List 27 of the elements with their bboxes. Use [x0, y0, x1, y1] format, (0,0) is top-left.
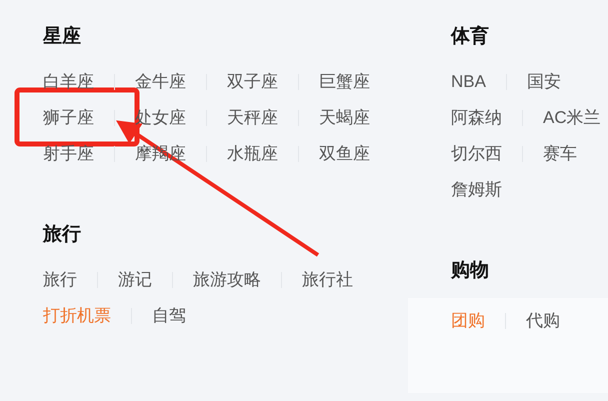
category-link[interactable]: 天秤座 [227, 106, 278, 130]
category-link[interactable]: 旅行社 [302, 268, 353, 292]
category-link[interactable]: 旅游攻略 [193, 268, 261, 292]
section-title: 星座 [43, 26, 81, 48]
category-link[interactable]: 金牛座 [135, 70, 186, 94]
section-title: 购物 [451, 260, 489, 282]
category-link[interactable]: 詹姆斯 [451, 178, 502, 202]
category-link[interactable]: 赛车 [543, 142, 577, 166]
category-link[interactable]: 天蝎座 [319, 106, 370, 130]
category-link[interactable]: 双鱼座 [319, 142, 370, 166]
category-link[interactable]: 切尔西 [451, 142, 502, 166]
category-link[interactable]: 阿森纳 [451, 106, 502, 130]
category-link[interactable]: 国安 [526, 70, 561, 94]
category-link[interactable]: AC米兰 [543, 106, 601, 130]
category-link[interactable]: 自驾 [152, 304, 186, 328]
category-link[interactable]: 白羊座 [43, 70, 94, 94]
category-link[interactable]: 巨蟹座 [319, 70, 370, 94]
section-title: 旅行 [43, 224, 81, 246]
category-link[interactable]: 旅行 [43, 268, 77, 292]
section-title: 体育 [451, 26, 489, 48]
category-link[interactable]: 代购 [526, 309, 560, 333]
category-link[interactable]: NBA [451, 70, 486, 94]
category-link[interactable]: 双子座 [227, 70, 278, 94]
category-link[interactable]: 射手座 [43, 142, 94, 166]
category-link[interactable]: 狮子座 [43, 106, 94, 130]
category-link[interactable]: 游记 [118, 268, 152, 292]
category-link[interactable]: 水瓶座 [227, 142, 278, 166]
